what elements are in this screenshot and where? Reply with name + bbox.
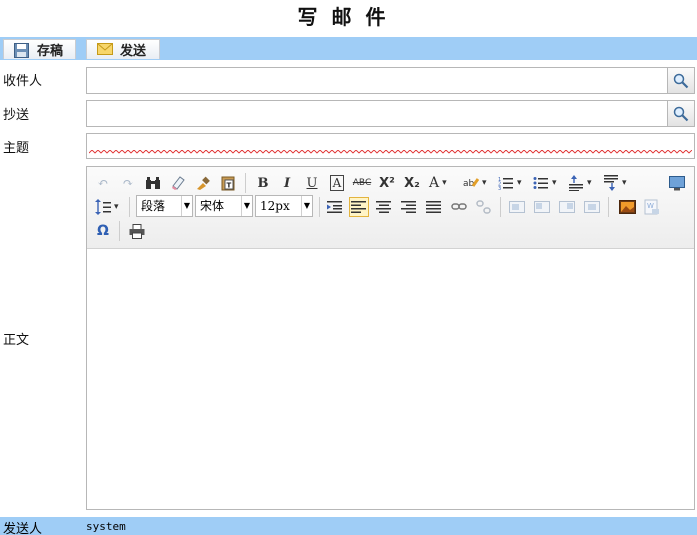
- insert-image-icon[interactable]: [617, 197, 637, 217]
- paste-text-icon[interactable]: T: [218, 173, 238, 193]
- magnifier-icon: [673, 73, 689, 88]
- line-height-dropdown[interactable]: [93, 197, 123, 217]
- align-justify-icon[interactable]: [424, 197, 444, 217]
- toolbar-separator: [245, 173, 246, 193]
- highlight-color-dropdown[interactable]: ab: [461, 173, 491, 193]
- special-char-button[interactable]: Ω: [93, 221, 113, 241]
- redo-icon[interactable]: ↷: [118, 173, 138, 193]
- body-label: 正文: [3, 333, 30, 348]
- image-float-none-icon[interactable]: [507, 197, 527, 217]
- sender-label: 发送人: [3, 522, 43, 535]
- toolbar-separator: [608, 197, 609, 217]
- rich-text-editor: ↶ ↷ T B I U A ABC X² X₂ A ab 123: [86, 166, 695, 510]
- ordered-list-dropdown[interactable]: 123: [496, 173, 526, 193]
- sender-bar: 发送人 system: [0, 517, 697, 535]
- font-color-dropdown[interactable]: A: [427, 173, 457, 193]
- send-button[interactable]: 发送: [86, 39, 160, 59]
- to-label: 收件人: [3, 74, 43, 89]
- align-left-icon[interactable]: [349, 197, 369, 217]
- link-icon[interactable]: [449, 197, 469, 217]
- image-center-icon[interactable]: [582, 197, 602, 217]
- editor-body[interactable]: [87, 249, 694, 509]
- eraser-icon[interactable]: [168, 173, 188, 193]
- to-lookup-button[interactable]: [667, 68, 694, 93]
- font-border-label: A: [329, 175, 345, 191]
- find-binoculars-icon[interactable]: [143, 173, 163, 193]
- toolbar-separator: [129, 197, 130, 217]
- toolbar-separator: [119, 221, 120, 241]
- font-size-select[interactable]: 12px ▼: [255, 195, 313, 217]
- word-image-icon[interactable]: W: [642, 197, 662, 217]
- editor-toolbar: ↶ ↷ T B I U A ABC X² X₂ A ab 123: [87, 167, 694, 249]
- spellcheck-underline: [89, 150, 692, 154]
- fullscreen-icon[interactable]: [667, 173, 687, 193]
- chevron-down-icon: ▼: [181, 196, 192, 216]
- format-painter-icon[interactable]: [193, 173, 213, 193]
- spacing-bottom-icon: [604, 175, 618, 191]
- subscript-button[interactable]: X₂: [402, 173, 422, 193]
- spacing-top-icon: [569, 175, 583, 191]
- align-right-icon[interactable]: [399, 197, 419, 217]
- unlink-icon[interactable]: [474, 197, 494, 217]
- font-family-select[interactable]: 宋体 ▼: [195, 195, 253, 217]
- underline-button[interactable]: U: [302, 173, 322, 193]
- chevron-down-icon: ▼: [241, 196, 252, 216]
- toolbar-separator: [500, 197, 501, 217]
- svg-text:T: T: [227, 182, 232, 190]
- unordered-list-dropdown[interactable]: [531, 173, 561, 193]
- paragraph-spacing-bottom-dropdown[interactable]: [601, 173, 631, 193]
- cc-lookup-button[interactable]: [667, 101, 694, 126]
- svg-text:W: W: [647, 202, 654, 210]
- font-border-button[interactable]: A: [327, 173, 347, 193]
- svg-text:3: 3: [498, 186, 501, 190]
- chevron-down-icon: ▼: [301, 196, 312, 216]
- strikethrough-button[interactable]: ABC: [350, 173, 374, 193]
- save-draft-button[interactable]: 存稿: [3, 39, 76, 59]
- numbered-list-icon: 123: [498, 177, 513, 190]
- subject-label: 主题: [3, 141, 30, 156]
- highlighter-icon: ab: [463, 178, 479, 189]
- toolbar-separator: [319, 197, 320, 217]
- line-height-icon: [95, 199, 111, 215]
- undo-icon[interactable]: ↶: [93, 173, 113, 193]
- indent-icon[interactable]: [325, 197, 345, 217]
- print-icon[interactable]: [127, 221, 147, 241]
- magnifier-icon: [673, 106, 689, 121]
- italic-button[interactable]: I: [277, 173, 297, 193]
- subject-field[interactable]: [86, 133, 695, 159]
- bullet-list-icon: [533, 177, 548, 189]
- font-color-label: A: [429, 175, 440, 191]
- send-label: 发送: [120, 44, 147, 59]
- paragraph-format-value: 段落: [141, 199, 166, 213]
- font-family-value: 宋体: [200, 199, 225, 213]
- align-center-icon[interactable]: [374, 197, 394, 217]
- paragraph-format-select[interactable]: 段落 ▼: [136, 195, 193, 217]
- image-float-left-icon[interactable]: [532, 197, 552, 217]
- page-title: 写邮件: [297, 5, 400, 29]
- cc-field[interactable]: [86, 100, 695, 127]
- bold-button[interactable]: B: [253, 173, 273, 193]
- sender-value: system: [86, 520, 126, 533]
- action-bar: 存稿 发送: [0, 37, 697, 60]
- floppy-disk-icon: [14, 42, 30, 58]
- to-field[interactable]: [86, 67, 695, 94]
- envelope-icon: [97, 42, 113, 57]
- superscript-button[interactable]: X²: [377, 173, 397, 193]
- cc-label: 抄送: [3, 108, 30, 123]
- paragraph-spacing-top-dropdown[interactable]: [566, 173, 596, 193]
- image-float-right-icon[interactable]: [557, 197, 577, 217]
- font-size-value: 12px: [260, 199, 290, 213]
- save-draft-label: 存稿: [37, 44, 64, 59]
